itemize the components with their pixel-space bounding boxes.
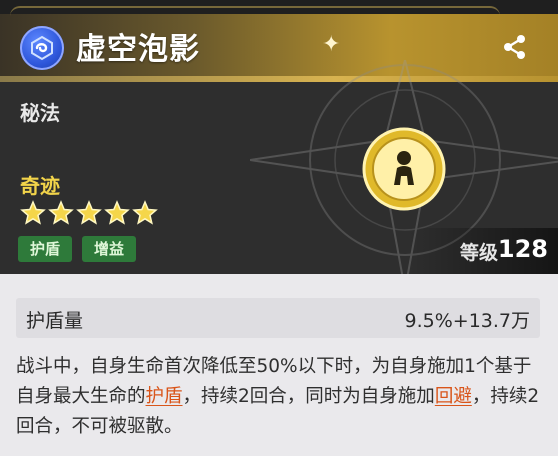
- keyword-shield-link[interactable]: 护盾: [146, 386, 183, 407]
- rarity-label: 奇迹: [20, 174, 60, 198]
- tag-list: 护盾 增益: [18, 236, 137, 262]
- keyword-evade-link[interactable]: 回避: [435, 386, 472, 407]
- stat-label: 护盾量: [26, 310, 84, 332]
- skill-name: 虚空泡影: [76, 32, 200, 67]
- level-display: 等级 128: [408, 228, 558, 274]
- level-value: 128: [497, 235, 548, 263]
- skill-category: 秘法: [20, 101, 60, 125]
- tag-shield: 护盾: [18, 236, 73, 262]
- swirl-emblem-icon: [20, 26, 64, 70]
- skill-header: 虚空泡影 ✦ 秘法 奇迹 护盾 增益 等级 128: [0, 0, 558, 274]
- star-icon: [104, 200, 130, 225]
- star-icon: [76, 200, 102, 225]
- star-icon: [20, 200, 46, 225]
- sparkle-icon: ✦: [322, 32, 341, 57]
- person-orb-icon: [362, 127, 446, 211]
- tag-buff: 增益: [82, 236, 137, 262]
- level-label: 等级: [459, 242, 498, 264]
- description-text: ，持续2回合，同时为自身施加: [182, 386, 435, 407]
- star-icon: [48, 200, 74, 225]
- star-icon: [132, 200, 158, 225]
- skill-description: 战斗中，自身生命首次降低至50%以下时，为自身施加1个基于自身最大生命的护盾，持…: [16, 352, 542, 442]
- skill-card: 虚空泡影 ✦ 秘法 奇迹 护盾 增益 等级 128 护盾量 9.5%+13.7万…: [0, 0, 558, 456]
- star-rating: [20, 200, 158, 226]
- share-icon[interactable]: [500, 32, 530, 62]
- stat-row: 护盾量 9.5%+13.7万: [16, 298, 540, 338]
- stat-value: 9.5%+13.7万: [404, 310, 531, 332]
